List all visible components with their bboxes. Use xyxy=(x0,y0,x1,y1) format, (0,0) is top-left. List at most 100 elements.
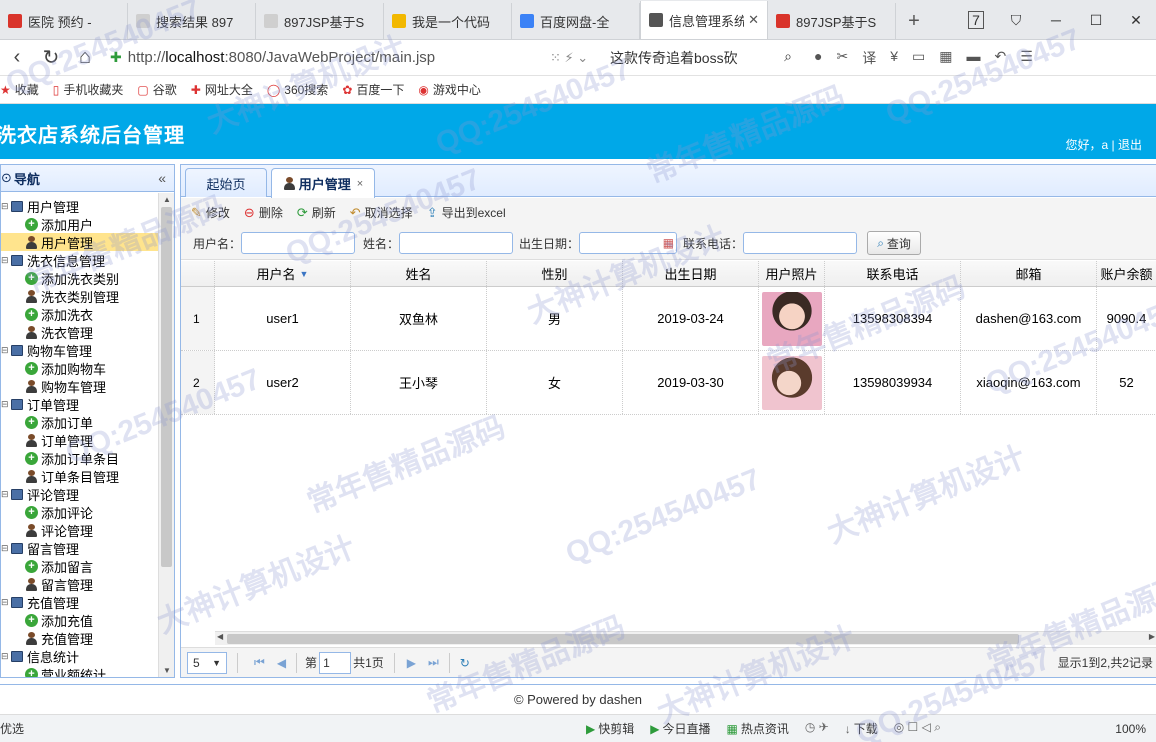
nav-item[interactable]: ⊟ 订单管理 xyxy=(1,395,159,413)
scroll-down-icon[interactable]: ▼ xyxy=(159,666,174,675)
nav-item[interactable]: ⊟ 评论管理 xyxy=(1,485,159,503)
table-row[interactable]: 2 user2 王小琴女 2019-03-30 13598039934 xiaoqin@1… xyxy=(181,351,1156,415)
nav-item[interactable]: + 添加充值 xyxy=(1,611,159,629)
back-icon[interactable]: ‹ xyxy=(0,46,34,69)
nav-item[interactable]: 洗衣类别管理 xyxy=(1,287,159,305)
collapse-icon[interactable]: « xyxy=(158,170,166,186)
grid-scrollbar-thumb[interactable] xyxy=(227,634,1019,644)
status-left-text[interactable]: 优选 xyxy=(0,720,24,737)
reload-icon[interactable]: ↻ xyxy=(34,45,68,70)
tree-expander-icon[interactable]: ⊟ xyxy=(1,201,9,212)
prev-page-icon[interactable]: ◀ xyxy=(277,656,286,670)
undo-icon[interactable]: ↶ xyxy=(994,48,1006,68)
username-filter-input[interactable] xyxy=(241,232,356,254)
url-tools-icon[interactable]: ⁙ ⚡ ⌄ xyxy=(550,50,610,66)
shirt-icon[interactable]: ⛉ xyxy=(996,12,1036,29)
nav-item[interactable]: ⊟ 购物车管理 xyxy=(1,341,159,359)
delete-button[interactable]: ⊖ 删除 xyxy=(244,204,283,221)
status-item-extra[interactable]: ◎ ☐ ◁ ⌕ xyxy=(894,720,941,737)
scissors-icon[interactable]: ✂ xyxy=(836,48,848,68)
search-icon[interactable]: ⌕ xyxy=(784,48,792,68)
nav-scrollbar-thumb[interactable] xyxy=(161,207,172,567)
status-item-tools[interactable]: ◷ ✈ xyxy=(805,720,829,737)
nav-item[interactable]: ⊟ 洗衣信息管理 xyxy=(1,251,159,269)
tab-user-management[interactable]: 用户管理 × xyxy=(271,168,375,198)
tab-start-page[interactable]: 起始页 xyxy=(185,168,267,197)
scroll-right-icon[interactable]: ▶ xyxy=(1149,632,1155,641)
phone-filter-input[interactable] xyxy=(743,232,858,254)
apps-icon[interactable]: ▦ xyxy=(939,48,952,68)
scroll-left-icon[interactable]: ◀ xyxy=(217,632,223,641)
page-number-input[interactable]: 1 xyxy=(319,651,352,674)
query-button[interactable]: ⌕ 查询 xyxy=(867,231,922,255)
nav-item[interactable]: 购物车管理 xyxy=(1,377,159,395)
nav-item[interactable]: ⊟ 用户管理 xyxy=(1,197,159,215)
column-header[interactable]: 姓名 xyxy=(351,261,487,286)
maximize-icon[interactable]: ☐ xyxy=(1076,12,1116,29)
reload-page-icon[interactable]: ↻ xyxy=(460,656,470,670)
nav-item[interactable]: 洗衣管理 xyxy=(1,323,159,341)
nav-item[interactable]: ⊟ 留言管理 xyxy=(1,539,159,557)
search-input[interactable]: 这款传奇追着boss砍 ⌕ xyxy=(610,48,800,68)
wallet-icon[interactable]: ▭ xyxy=(912,48,925,68)
status-item-quick-edit[interactable]: ▶ 快剪辑 xyxy=(586,720,634,737)
home-icon[interactable]: ⌂ xyxy=(68,46,102,69)
nav-item[interactable]: + 添加留言 xyxy=(1,557,159,575)
status-item-live[interactable]: ▶ 今日直播 xyxy=(650,720,710,737)
bookmark-item[interactable]: ✚ 网址大全 xyxy=(191,81,253,98)
tree-expander-icon[interactable]: ⊟ xyxy=(1,651,9,662)
nav-item[interactable]: + 添加洗衣 xyxy=(1,305,159,323)
close-tab-icon[interactable]: × xyxy=(357,178,363,190)
scroll-up-icon[interactable]: ▲ xyxy=(159,195,174,204)
browser-tab[interactable]: 897JSP基于S xyxy=(256,3,384,39)
calendar-icon[interactable]: ▦ xyxy=(663,236,674,250)
bookmark-item[interactable]: ◉ 游戏中心 xyxy=(418,81,481,98)
nav-item[interactable]: 订单管理 xyxy=(1,431,159,449)
nav-scrollbar[interactable]: ▲ ▼ xyxy=(158,193,174,677)
close-tab-icon[interactable]: ✕ xyxy=(748,12,759,28)
browser-tab[interactable]: 信息管理系统 ✕ xyxy=(640,1,768,39)
nav-item[interactable]: 充值管理 xyxy=(1,629,159,647)
status-item-download[interactable]: ↓ 下载 xyxy=(845,720,878,737)
page-size-select[interactable]: 5 ▼ xyxy=(187,651,227,674)
nav-item[interactable]: ⊟ 充值管理 xyxy=(1,593,159,611)
new-tab-button[interactable]: + xyxy=(896,3,932,39)
column-header[interactable]: 联系电话 xyxy=(825,261,961,286)
cancel-selection-button[interactable]: ↶ 取消选择 xyxy=(350,204,413,221)
bookmark-item[interactable]: ▢ 谷歌 xyxy=(137,81,176,98)
first-page-icon[interactable]: ⏮ xyxy=(254,655,265,670)
nav-item[interactable]: + 添加购物车 xyxy=(1,359,159,377)
bookmark-item[interactable]: ★ 收藏 xyxy=(0,81,39,98)
browser-tab[interactable]: 我是一个代码 xyxy=(384,3,512,39)
browser-tab[interactable]: 百度网盘-全 xyxy=(512,3,640,39)
nav-item[interactable]: 评论管理 xyxy=(1,521,159,539)
browser-tab[interactable]: 搜索结果 897 xyxy=(128,3,256,39)
column-header[interactable]: 账户余额 xyxy=(1097,261,1156,286)
nav-item[interactable]: + 添加洗衣类别 xyxy=(1,269,159,287)
tree-expander-icon[interactable]: ⊟ xyxy=(1,597,9,608)
edit-button[interactable]: ✎ 修改 xyxy=(191,204,230,221)
battery-icon[interactable]: ▬ xyxy=(966,48,980,68)
tree-expander-icon[interactable]: ⊟ xyxy=(1,345,9,356)
column-header[interactable]: 邮箱 xyxy=(961,261,1097,286)
bookmark-item[interactable]: ▯ 手机收藏夹 xyxy=(53,81,124,98)
tree-expander-icon[interactable]: ⊟ xyxy=(1,543,9,554)
nav-item[interactable]: ⊟ 信息统计 xyxy=(1,647,159,665)
tab-count-badge[interactable]: 7 xyxy=(956,11,996,29)
tree-expander-icon[interactable]: ⊟ xyxy=(1,399,9,410)
tree-expander-icon[interactable]: ⊟ xyxy=(1,489,9,500)
nav-item[interactable]: + 添加订单 xyxy=(1,413,159,431)
table-row[interactable]: 1 user1 双鱼林男 2019-03-24 13598308394 dashen@16… xyxy=(181,287,1156,351)
grid-horizontal-scrollbar[interactable]: ◀ ▶ xyxy=(215,631,1156,645)
column-header[interactable]: 性别 xyxy=(487,261,623,286)
browser-tab[interactable]: 医院 预约 - xyxy=(0,3,128,39)
name-filter-input[interactable] xyxy=(399,232,514,254)
coin-icon[interactable]: ¥ xyxy=(890,48,898,68)
nav-item[interactable]: + 营业额统计 xyxy=(1,665,159,677)
nav-item[interactable]: + 添加用户 xyxy=(1,215,159,233)
status-item-news[interactable]: ▦ 热点资讯 xyxy=(727,720,789,737)
last-page-icon[interactable]: ⏭ xyxy=(428,655,439,670)
nav-item[interactable]: 留言管理 xyxy=(1,575,159,593)
bookmark-item[interactable]: ◯ 360搜索 xyxy=(267,81,328,98)
tree-expander-icon[interactable]: ⊟ xyxy=(1,255,9,266)
